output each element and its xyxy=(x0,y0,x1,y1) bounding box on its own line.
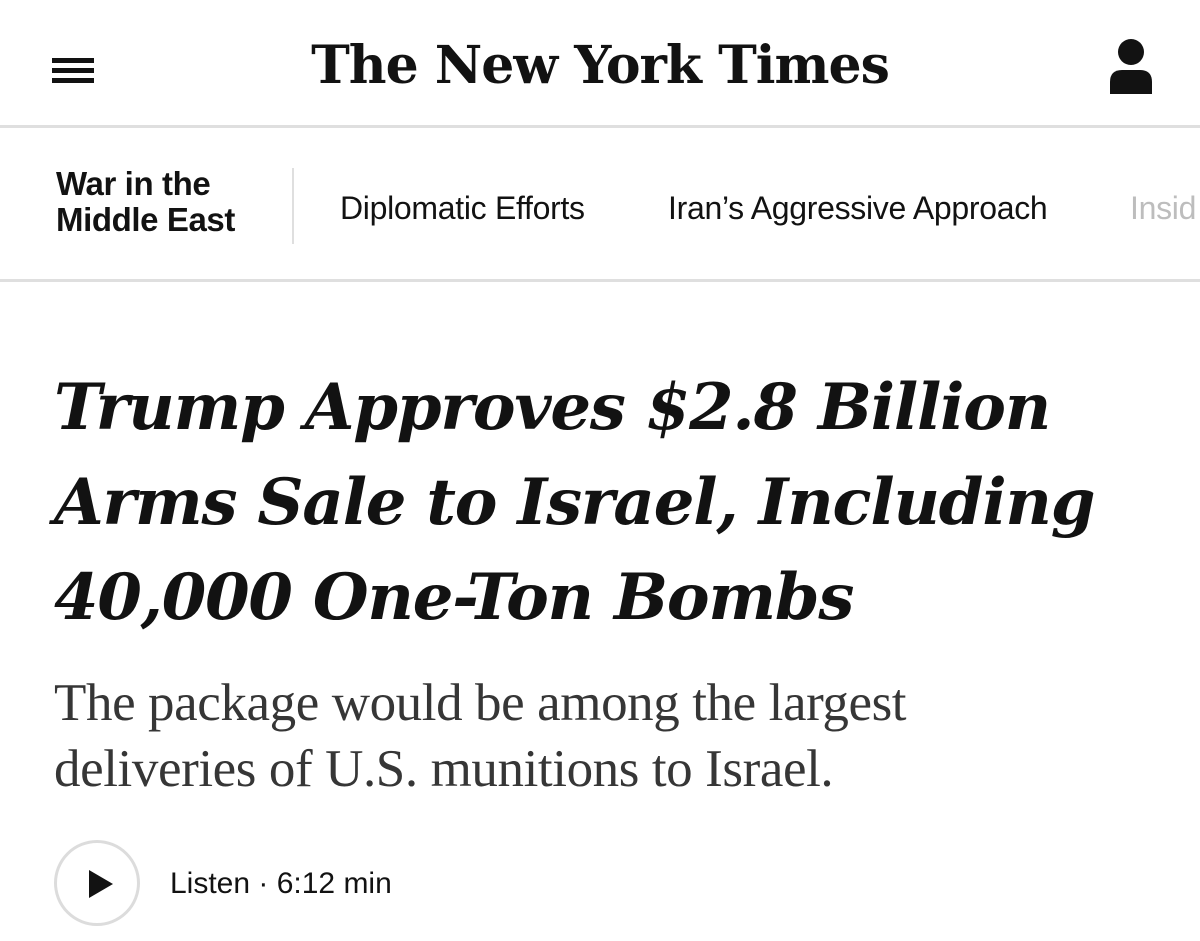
site-header: The New York Times xyxy=(0,0,1200,128)
article-headline: Trump Approves $2.8 Billion Arms Sale to… xyxy=(54,370,1096,635)
section-title-link[interactable]: War in the Middle East xyxy=(56,166,286,238)
listen-duration-label: Listen · 6:12 min xyxy=(170,867,392,900)
nyt-masthead-logo[interactable]: The New York Times xyxy=(300,26,900,106)
article-summary: The package would be among the largest d… xyxy=(54,674,907,798)
subnav-link-irans-aggressive-approach[interactable]: Iran’s Aggressive Approach xyxy=(668,188,1048,228)
subnav-link-diplomatic-efforts[interactable]: Diplomatic Efforts xyxy=(340,188,585,228)
section-title-line-2: Middle East xyxy=(56,201,235,238)
subnav-link-truncated[interactable]: Insid xyxy=(1130,188,1196,228)
play-icon xyxy=(89,870,113,898)
hamburger-menu-icon[interactable] xyxy=(52,52,96,88)
section-title-line-1: War in the xyxy=(56,165,211,202)
user-account-icon[interactable] xyxy=(1108,38,1154,94)
audio-play-button[interactable] xyxy=(54,840,140,926)
section-subnav: War in the Middle East Diplomatic Effort… xyxy=(0,128,1200,282)
subnav-divider xyxy=(292,168,294,244)
